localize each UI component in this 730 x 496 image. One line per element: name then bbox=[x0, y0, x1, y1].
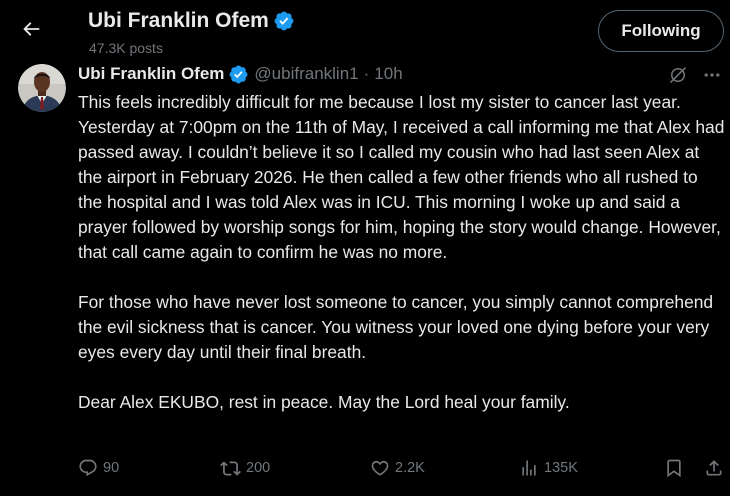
grok-icon[interactable] bbox=[667, 64, 689, 86]
separator-dot: · bbox=[363, 64, 370, 83]
post-paragraph: Dear Alex EKUBO, rest in peace. May the … bbox=[78, 392, 570, 412]
post-actions: 90 200 2.2K 135K bbox=[0, 454, 730, 482]
like-button[interactable]: 2.2K bbox=[370, 454, 425, 482]
profile-title: Ubi Franklin Ofem bbox=[88, 6, 295, 36]
views-button[interactable]: 135K bbox=[519, 454, 578, 482]
repost-icon bbox=[220, 458, 241, 479]
avatar[interactable] bbox=[18, 64, 66, 112]
reply-icon bbox=[78, 458, 98, 478]
more-horizontal-icon[interactable] bbox=[700, 64, 724, 86]
page-header: Ubi Franklin Ofem 47.3K posts Following bbox=[0, 0, 730, 64]
following-button[interactable]: Following bbox=[598, 10, 724, 52]
verified-badge-icon bbox=[273, 10, 295, 32]
back-button[interactable] bbox=[12, 12, 50, 50]
arrow-left-icon bbox=[20, 18, 42, 45]
share-icon bbox=[704, 458, 724, 478]
views-icon bbox=[519, 458, 539, 478]
author-name[interactable]: Ubi Franklin Ofem bbox=[78, 64, 224, 84]
post-paragraph: This feels incredibly difficult for me b… bbox=[78, 92, 725, 262]
like-count: 2.2K bbox=[395, 460, 425, 476]
post-header: Ubi Franklin Ofem @ubifranklin1 · 10h bbox=[78, 62, 403, 86]
share-button[interactable] bbox=[704, 454, 724, 482]
bookmark-button[interactable] bbox=[664, 454, 684, 482]
views-count: 135K bbox=[544, 460, 578, 476]
verified-badge-icon bbox=[228, 64, 249, 85]
post-text: This feels incredibly difficult for me b… bbox=[78, 90, 726, 415]
post-timestamp[interactable]: 10h bbox=[374, 64, 402, 84]
repost-count: 200 bbox=[246, 460, 271, 476]
post-paragraph: For those who have never lost someone to… bbox=[78, 292, 714, 362]
reply-count: 90 bbox=[103, 460, 120, 476]
bookmark-icon bbox=[664, 458, 684, 478]
repost-button[interactable]: 200 bbox=[220, 454, 270, 482]
reply-button[interactable]: 90 bbox=[78, 454, 119, 482]
posts-count: 47.3K posts bbox=[89, 40, 163, 56]
profile-name: Ubi Franklin Ofem bbox=[88, 9, 269, 32]
heart-icon bbox=[370, 458, 390, 478]
author-handle[interactable]: @ubifranklin1 bbox=[254, 64, 358, 84]
